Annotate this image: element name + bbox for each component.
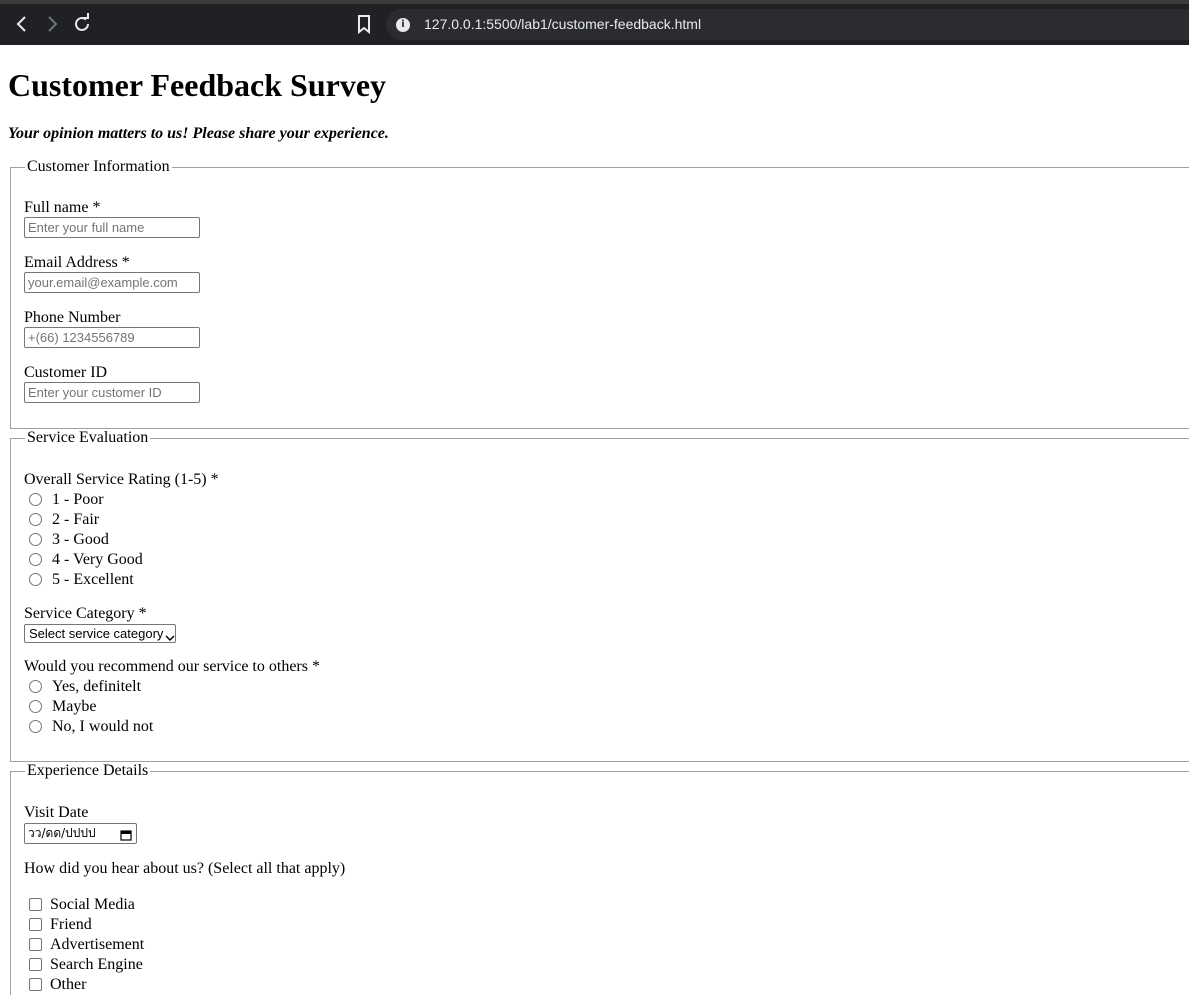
customer-id-input[interactable] — [24, 382, 200, 403]
category-label: Service Category * — [24, 605, 147, 622]
email-input[interactable] — [24, 272, 200, 293]
chevron-down-icon — [165, 630, 175, 641]
customer-info-legend: Customer Information — [25, 158, 172, 176]
experience-fieldset: Experience Details Visit Date วว/ดด/ปปปป… — [10, 762, 1189, 995]
radio-button[interactable] — [29, 573, 42, 586]
page-subtitle: Your opinion matters to us! Please share… — [8, 125, 389, 142]
phone-input[interactable] — [24, 327, 200, 348]
radio-button[interactable] — [29, 720, 42, 733]
hear-option-social-media[interactable]: Social Media — [29, 896, 135, 914]
rating-option-2[interactable]: 2 - Fair — [29, 511, 99, 529]
rating-option-4[interactable]: 4 - Very Good — [29, 551, 143, 569]
page-title: Customer Feedback Survey — [8, 67, 387, 103]
page-content: Customer Feedback Survey Your opinion ma… — [0, 45, 1189, 995]
rating-option-1[interactable]: 1 - Poor — [29, 491, 104, 509]
radio-button[interactable] — [29, 553, 42, 566]
service-category-select[interactable]: Select service category — [24, 624, 177, 643]
hear-option-advertisement[interactable]: Advertisement — [29, 936, 144, 954]
checkbox[interactable] — [29, 898, 42, 911]
forward-arrow-icon[interactable] — [40, 12, 64, 36]
address-bar[interactable]: i 127.0.0.1:5500/lab1/customer-feedback.… — [386, 9, 1189, 40]
recommend-option-maybe[interactable]: Maybe — [29, 698, 96, 716]
visit-date-input[interactable]: วว/ดด/ปปปป — [24, 823, 137, 844]
checkbox[interactable] — [29, 958, 42, 971]
radio-button[interactable] — [29, 533, 42, 546]
email-label: Email Address * — [24, 254, 130, 271]
bookmark-icon[interactable] — [352, 12, 376, 36]
radio-button[interactable] — [29, 680, 42, 693]
visit-date-label: Visit Date — [24, 804, 89, 821]
hear-option-other[interactable]: Other — [29, 976, 86, 994]
rating-option-5[interactable]: 5 - Excellent — [29, 571, 134, 589]
checkbox[interactable] — [29, 938, 42, 951]
full-name-input[interactable] — [24, 217, 200, 238]
checkbox[interactable] — [29, 918, 42, 931]
rating-option-3[interactable]: 3 - Good — [29, 531, 109, 549]
url-text[interactable]: 127.0.0.1:5500/lab1/customer-feedback.ht… — [424, 16, 701, 32]
radio-button[interactable] — [29, 513, 42, 526]
calendar-icon[interactable] — [120, 828, 132, 841]
browser-toolbar: i 127.0.0.1:5500/lab1/customer-feedback.… — [0, 0, 1189, 45]
full-name-label: Full name * — [24, 199, 101, 216]
radio-button[interactable] — [29, 700, 42, 713]
checkbox[interactable] — [29, 978, 42, 991]
customer-id-label: Customer ID — [24, 364, 108, 381]
phone-label: Phone Number — [24, 309, 121, 326]
recommend-option-no[interactable]: No, I would not — [29, 718, 153, 736]
service-eval-legend: Service Evaluation — [25, 429, 151, 447]
service-eval-fieldset: Service Evaluation Overall Service Ratin… — [10, 429, 1189, 762]
experience-legend: Experience Details — [25, 762, 151, 780]
hear-option-friend[interactable]: Friend — [29, 916, 92, 934]
reload-icon[interactable] — [70, 12, 94, 36]
customer-info-fieldset: Customer Information Full name * Email A… — [10, 158, 1189, 429]
site-info-icon[interactable]: i — [396, 18, 410, 32]
back-arrow-icon[interactable] — [10, 12, 34, 36]
hear-option-search-engine[interactable]: Search Engine — [29, 956, 143, 974]
hear-about-label: How did you hear about us? (Select all t… — [24, 860, 346, 877]
rating-label: Overall Service Rating (1-5) * — [24, 471, 219, 488]
radio-button[interactable] — [29, 493, 42, 506]
recommend-option-yes[interactable]: Yes, definitelt — [29, 678, 141, 696]
recommend-label: Would you recommend our service to other… — [24, 658, 320, 675]
